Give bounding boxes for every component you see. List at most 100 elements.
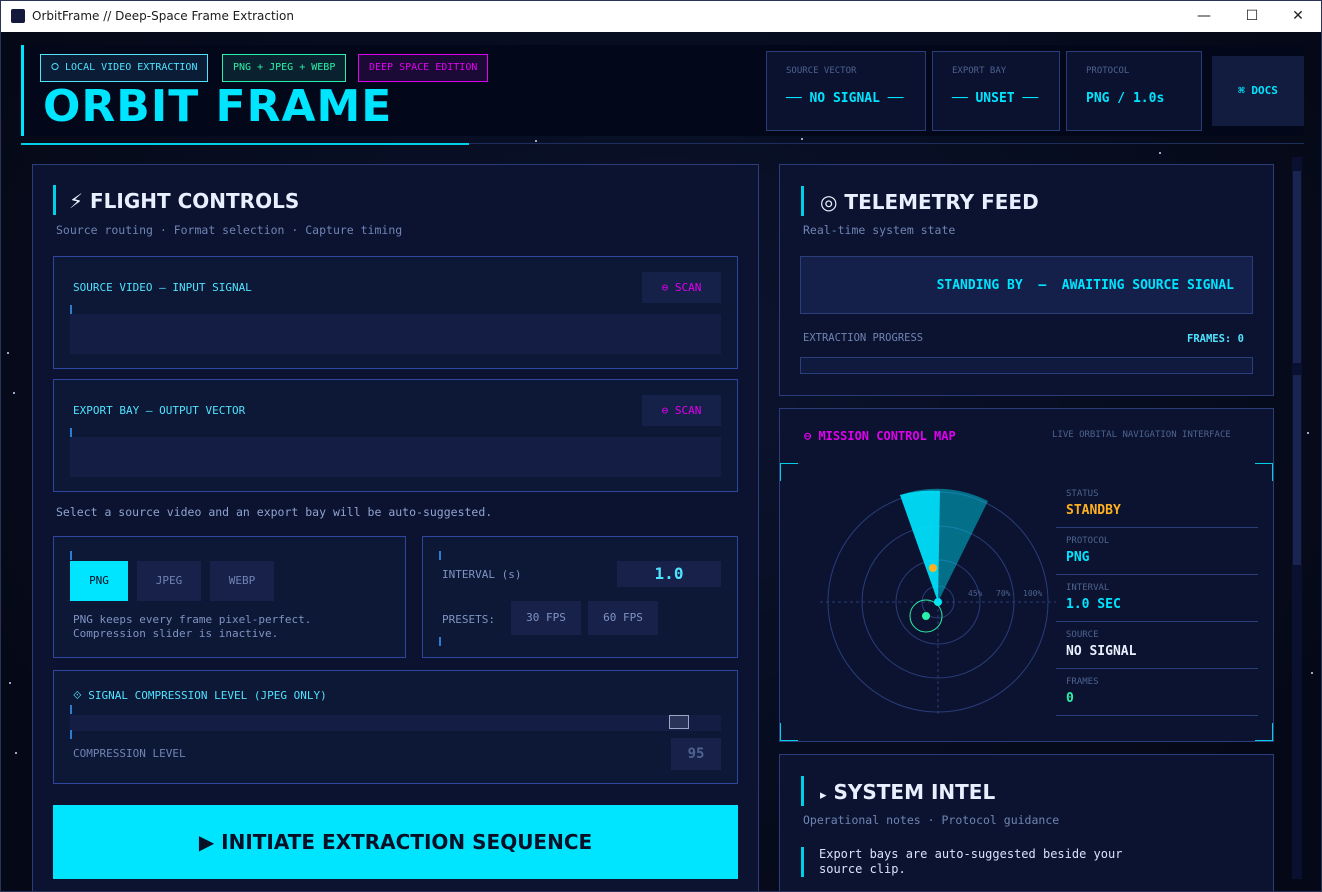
source-scan-button[interactable]: ⊖ SCAN — [642, 272, 721, 303]
telemetry-subtitle: Real-time system state — [803, 223, 956, 237]
window-title: OrbitFrame // Deep-Space Frame Extractio… — [32, 9, 294, 23]
interval-input[interactable]: 1.0 — [617, 561, 721, 587]
format-jpeg-button[interactable]: JPEG — [137, 561, 201, 601]
system-intel-heading: SYSTEM INTEL — [833, 780, 996, 804]
system-intel-panel: ▸ SYSTEM INTEL Operational notes · Proto… — [779, 754, 1274, 891]
panel-accent — [801, 186, 804, 216]
compression-card: ⟐ SIGNAL COMPRESSION LEVEL (JPEG ONLY) C… — [53, 670, 738, 784]
mission-status-row: PROTOCOL PNG — [1056, 528, 1258, 575]
badge-local-video: ⭘ LOCAL VIDEO EXTRACTION — [40, 54, 209, 82]
panel-accent — [53, 185, 56, 215]
maximize-button[interactable]: ☐ — [1229, 1, 1275, 32]
initiate-extraction-button[interactable]: ▶ INITIATE EXTRACTION SEQUENCE — [53, 805, 738, 879]
mission-status-value: 0 — [1066, 691, 1074, 706]
field-marker — [70, 730, 72, 739]
source-video-card: SOURCE VIDEO — INPUT SIGNAL ⊖ SCAN — [53, 256, 738, 369]
stat-value: PNG / 1.0s — [1086, 91, 1165, 106]
radar-craft-marker — [922, 612, 930, 620]
stat-protocol: PROTOCOL PNG / 1.0s — [1066, 51, 1202, 131]
field-marker — [70, 551, 72, 560]
badge-deep-space: DEEP SPACE EDITION — [358, 54, 489, 82]
stat-value: ── UNSET ── — [952, 91, 1039, 106]
compression-value[interactable]: 95 — [671, 738, 721, 770]
scrollbar[interactable] — [1292, 157, 1302, 879]
ring-label: 45% — [968, 589, 983, 598]
telemetry-heading: TELEMETRY FEED — [844, 190, 1039, 214]
radar-target-marker — [929, 564, 937, 572]
scrollbar-thumb[interactable] — [1293, 171, 1301, 363]
auto-suggest-hint: Select a source video and an export bay … — [56, 505, 493, 519]
field-marker — [439, 637, 441, 646]
stat-value: ── NO SIGNAL ── — [786, 91, 904, 106]
telemetry-title: ◎ TELEMETRY FEED — [820, 190, 1039, 214]
radar-sweep-lead — [900, 490, 940, 602]
mission-status-value: STANDBY — [1066, 503, 1121, 518]
flight-controls-heading: FLIGHT CONTROLS — [90, 189, 300, 213]
app-icon — [11, 9, 25, 23]
mission-map-subtitle: LIVE ORBITAL NAVIGATION INTERFACE — [1052, 430, 1231, 440]
format-webp-button[interactable]: WEBP — [210, 561, 274, 601]
presets-label: PRESETS: — [442, 613, 495, 626]
source-video-label: SOURCE VIDEO — INPUT SIGNAL — [73, 281, 252, 294]
mission-status-row: INTERVAL 1.0 SEC — [1056, 575, 1258, 622]
interval-label: INTERVAL (s) — [442, 568, 522, 581]
mission-status-row: FRAMES 0 — [1056, 669, 1258, 716]
close-button[interactable]: ✕ — [1275, 1, 1321, 32]
ring-label: 100% — [1023, 589, 1042, 598]
export-bay-card: EXPORT BAY — OUTPUT VECTOR ⊖ SCAN — [53, 379, 738, 492]
field-marker — [439, 551, 441, 560]
compression-slider-track[interactable] — [70, 715, 721, 731]
mission-status-value: PNG — [1066, 550, 1090, 565]
brand-title: ORBIT FRAME — [43, 81, 393, 132]
triangle-icon: ▸ — [820, 788, 827, 803]
header-accent — [21, 45, 24, 136]
mission-status-row: SOURCE NO SIGNAL — [1056, 622, 1258, 669]
mission-status-value: NO SIGNAL — [1066, 644, 1137, 659]
field-marker — [70, 705, 72, 714]
app-header: ⭘ LOCAL VIDEO EXTRACTION PNG + JPEG + WE… — [21, 45, 1304, 136]
corner-bracket — [1255, 723, 1273, 741]
mission-status-row: STATUS STANDBY — [1056, 481, 1258, 528]
title-bar: OrbitFrame // Deep-Space Frame Extractio… — [1, 1, 1321, 32]
target-icon: ◎ — [820, 190, 838, 214]
badge-formats: PNG + JPEG + WEBP — [222, 54, 347, 82]
preset-60fps-button[interactable]: 60 FPS — [588, 601, 658, 635]
stat-export-bay: EXPORT BAY ── UNSET ── — [932, 51, 1060, 131]
ring-label: 70% — [996, 589, 1011, 598]
intel-note: Export bays are auto-suggested beside yo… — [801, 847, 1161, 877]
stat-source-vector: SOURCE VECTOR ── NO SIGNAL ── — [766, 51, 926, 131]
stat-label: PROTOCOL — [1086, 66, 1130, 76]
field-marker — [70, 305, 72, 314]
export-bay-input[interactable] — [70, 437, 721, 477]
flight-controls-subtitle: Source routing · Format selection · Capt… — [56, 223, 403, 237]
stat-label: EXPORT BAY — [952, 66, 1007, 76]
minimize-button[interactable]: — — [1181, 1, 1227, 32]
export-scan-button[interactable]: ⊖ SCAN — [642, 395, 721, 426]
preset-30fps-button[interactable]: 30 FPS — [511, 601, 581, 635]
format-png-button[interactable]: PNG — [70, 561, 128, 601]
extraction-progress-label: EXTRACTION PROGRESS — [803, 332, 924, 344]
docs-button[interactable]: ⌘ DOCS — [1212, 56, 1304, 126]
corner-bracket — [780, 723, 798, 741]
compression-title: ⟐ SIGNAL COMPRESSION LEVEL (JPEG ONLY) — [73, 689, 327, 702]
panel-accent — [801, 776, 804, 806]
compression-slider-handle[interactable] — [669, 715, 689, 729]
mission-status-key: INTERVAL — [1066, 583, 1110, 593]
telemetry-panel: ◎ TELEMETRY FEED Real-time system state … — [779, 164, 1274, 396]
radar-display: 45% 70% 100% — [820, 488, 1056, 715]
system-intel-title: ▸ SYSTEM INTEL — [820, 780, 995, 804]
mission-map-title: ⊖ MISSION CONTROL MAP — [804, 429, 956, 443]
flight-controls-title: ⚡ FLIGHT CONTROLS — [69, 189, 299, 213]
corner-bracket — [1255, 463, 1273, 481]
stat-label: SOURCE VECTOR — [786, 66, 857, 76]
source-video-input[interactable] — [70, 314, 721, 354]
mission-status-key: PROTOCOL — [1066, 536, 1110, 546]
header-divider — [469, 143, 1304, 144]
header-underline — [21, 143, 469, 145]
mission-status-key: SOURCE — [1066, 630, 1099, 640]
app-window: OrbitFrame // Deep-Space Frame Extractio… — [0, 0, 1322, 892]
telemetry-status: STANDING BY — AWAITING SOURCE SIGNAL — [800, 256, 1253, 314]
compression-level-label: COMPRESSION LEVEL — [73, 747, 186, 760]
mission-status-value: 1.0 SEC — [1066, 597, 1121, 612]
extraction-progress-bar — [800, 357, 1253, 374]
